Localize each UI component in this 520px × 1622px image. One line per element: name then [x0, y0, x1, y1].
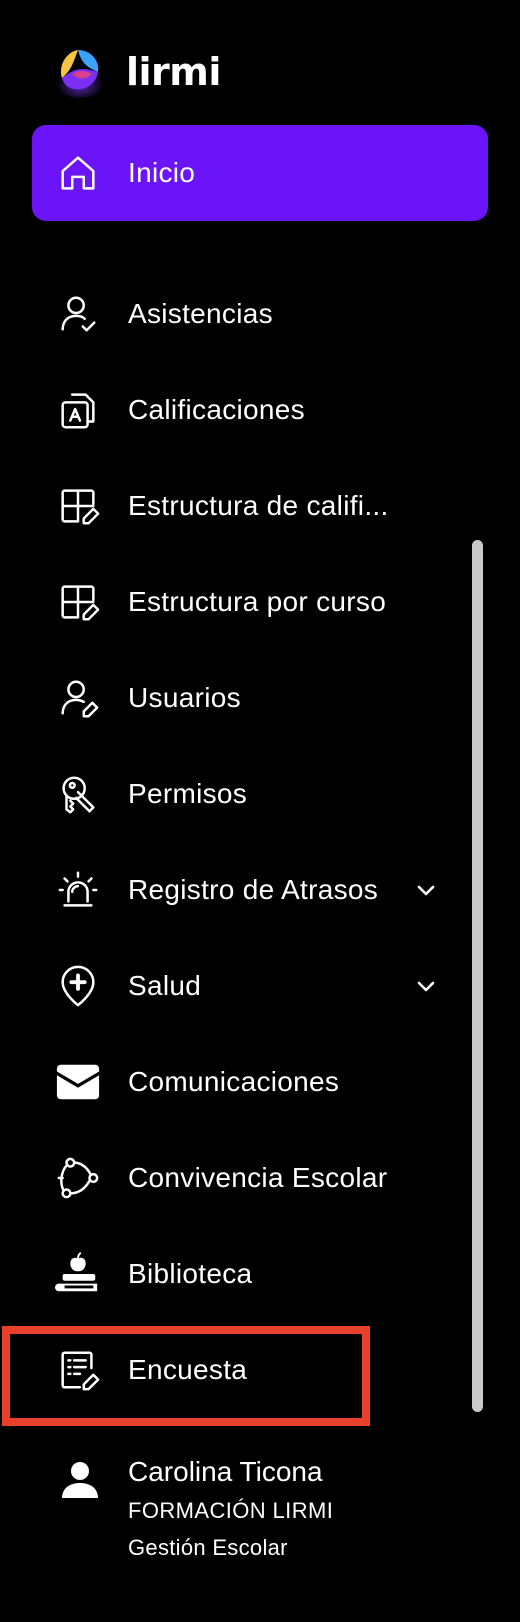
- grades-document-icon: [54, 386, 102, 434]
- sidebar-item-label: Estructura de califi...: [128, 490, 389, 521]
- sidebar-item-label: Estructura por curso: [128, 586, 387, 617]
- sidebar-item-asistencias[interactable]: Asistencias: [32, 266, 488, 362]
- envelope-icon: [54, 1058, 102, 1106]
- grid-edit-icon: [54, 482, 102, 530]
- grid-edit-icon: [54, 578, 102, 626]
- sidebar-item-label: Convivencia Escolar: [128, 1162, 388, 1193]
- sidebar-item-inicio[interactable]: Inicio: [32, 125, 488, 221]
- chevron-down-icon[interactable]: [414, 974, 438, 998]
- user-role: Gestión Escolar: [128, 1535, 288, 1560]
- home-icon: [54, 149, 102, 197]
- user-edit-icon: [54, 674, 102, 722]
- sidebar-item-label: Biblioteca: [128, 1258, 253, 1289]
- sidebar-item-comunicaciones[interactable]: Comunicaciones: [32, 1034, 488, 1130]
- app-logo[interactable]: lirmi: [56, 44, 221, 100]
- alarm-light-icon: [54, 866, 102, 914]
- sidebar-item-label: Permisos: [128, 778, 248, 809]
- sidebar-item-convivencia-escolar[interactable]: Convivencia Escolar: [32, 1130, 488, 1226]
- logo-text: lirmi: [126, 50, 221, 94]
- sidebar-item-biblioteca[interactable]: Biblioteca: [32, 1226, 488, 1322]
- survey-edit-icon: [54, 1346, 102, 1394]
- user-organization: FORMACIÓN LIRMI: [128, 1498, 334, 1523]
- sidebar-item-salud[interactable]: Salud: [32, 938, 488, 1034]
- sidebar-item-estructura-curso[interactable]: Estructura por curso: [32, 554, 488, 650]
- sidebar-item-label: Registro de Atrasos: [128, 874, 379, 905]
- sidebar-item-encuesta[interactable]: Encuesta: [32, 1322, 488, 1418]
- scrollbar[interactable]: [472, 540, 483, 1412]
- sidebar-item-label: Encuesta: [128, 1354, 248, 1385]
- sidebar-item-estructura-calificaciones[interactable]: Estructura de califi...: [32, 458, 488, 554]
- books-apple-icon: [54, 1250, 102, 1298]
- key-permissions-icon: [54, 770, 102, 818]
- chevron-down-icon[interactable]: [414, 878, 438, 902]
- sidebar-item-usuarios[interactable]: Usuarios: [32, 650, 488, 746]
- user-icon: [62, 1462, 98, 1498]
- network-icon: [54, 1154, 102, 1202]
- sidebar-item-calificaciones[interactable]: Calificaciones: [32, 362, 488, 458]
- sidebar-item-label: Comunicaciones: [128, 1066, 340, 1097]
- user-check-icon: [54, 290, 102, 338]
- sidebar-item-label: Asistencias: [128, 298, 273, 329]
- sidebar-item-label: Usuarios: [128, 682, 241, 713]
- sidebar-item-label: Calificaciones: [128, 394, 305, 425]
- health-plus-icon: [54, 962, 102, 1010]
- sidebar-item-registro-atrasos[interactable]: Registro de Atrasos: [32, 842, 488, 938]
- sidebar-item-label: Inicio: [128, 157, 196, 188]
- sidebar-item-permisos[interactable]: Permisos: [32, 746, 488, 842]
- logo-icon: [56, 44, 104, 100]
- sidebar-item-label: Salud: [128, 970, 202, 1001]
- user-name: Carolina Ticona: [128, 1456, 323, 1487]
